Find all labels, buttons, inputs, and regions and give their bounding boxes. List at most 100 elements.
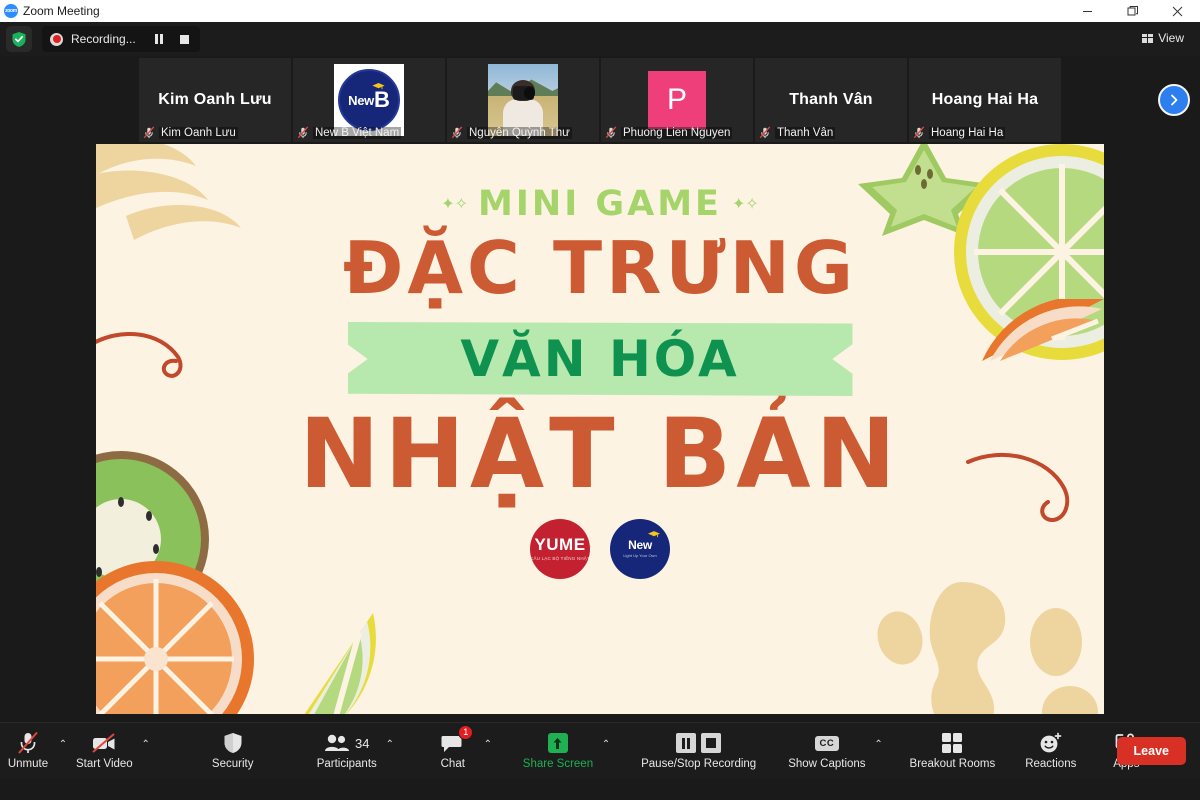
- star-decoration-icon: ✦✧: [441, 196, 469, 213]
- participant-tile-new-b-viet-nam[interactable]: New B New B Việt Nam: [293, 58, 445, 142]
- yume-logo-tagline: CÂU LẠC BỘ TIẾNG NHẬT: [530, 556, 590, 562]
- mic-muted-icon: [451, 126, 463, 139]
- tile-footer: Hoang Hai Ha: [909, 125, 1009, 140]
- pause-icon: [676, 733, 697, 753]
- participants-count: 34: [355, 735, 370, 751]
- share-screen-label: Share Screen: [522, 758, 594, 770]
- pause-stop-recording-button[interactable]: Pause/Stop Recording: [635, 723, 762, 779]
- shield-icon: [224, 733, 242, 753]
- grid-view-icon: [1142, 33, 1154, 43]
- participant-tile-thanh-van[interactable]: Thanh Vân Thanh Vân: [755, 58, 907, 142]
- mic-muted-icon: [605, 126, 617, 139]
- recording-status-label: Recording...: [71, 32, 136, 46]
- slide-title-line3: NHẬT BẢN: [299, 398, 901, 510]
- slide-title-line1: ĐẶC TRƯNG: [342, 226, 858, 310]
- unmute-button[interactable]: Unmute: [0, 723, 56, 779]
- chat-button[interactable]: 1 Chat: [425, 723, 481, 779]
- unmute-label: Unmute: [7, 758, 49, 770]
- record-dot-icon: [50, 32, 63, 46]
- newb-logo-text: New: [628, 538, 652, 553]
- start-video-button[interactable]: Start Video: [70, 723, 139, 779]
- show-captions-button[interactable]: CC Show Captions: [782, 723, 871, 779]
- tile-footer: Phuong Lien Nguyen: [601, 125, 736, 140]
- stop-icon: [180, 34, 190, 44]
- initial-avatar: P: [648, 71, 706, 129]
- star-decoration-icon: ✦✧: [731, 196, 759, 213]
- zoom-logo-icon: zoom: [4, 4, 18, 18]
- mic-muted-icon: [143, 126, 155, 139]
- participant-tile-phuong-lien-nguyen[interactable]: P Phuong Lien Nguyen: [601, 58, 753, 142]
- video-options-caret[interactable]: ⌃: [139, 723, 153, 779]
- meeting-topbar: Recording... View: [0, 22, 1200, 56]
- breakout-rooms-button[interactable]: Breakout Rooms: [904, 723, 1002, 779]
- participants-label: Participants: [316, 758, 377, 770]
- share-screen-button[interactable]: Share Screen: [517, 723, 599, 779]
- pause-recording-button[interactable]: [146, 26, 172, 52]
- slide-ribbon-banner: VĂN HÓA: [347, 322, 853, 396]
- participants-options-caret[interactable]: ⌃: [383, 723, 397, 779]
- reactions-label: Reactions: [1025, 758, 1077, 770]
- chevron-up-icon: ⌃: [483, 738, 492, 750]
- window-title: Zoom Meeting: [23, 4, 100, 18]
- people-icon: [325, 734, 349, 751]
- shared-slide: ✦✧ MINI GAME ✦✧ ĐẶC TRƯNG VĂN HÓA NHẬT B…: [96, 144, 1104, 714]
- slide-title-line2: VĂN HÓA: [460, 330, 740, 388]
- tile-footer: Kim Oanh Lưu: [139, 125, 242, 140]
- window-controls: [1065, 0, 1200, 22]
- chevron-up-icon: ⌃: [601, 738, 611, 750]
- stop-icon: [701, 733, 722, 753]
- recording-indicator: Recording...: [42, 26, 200, 52]
- leave-button[interactable]: Leave: [1116, 736, 1186, 765]
- security-button[interactable]: Security: [205, 723, 261, 779]
- slide-content: ✦✧ MINI GAME ✦✧ ĐẶC TRƯNG VĂN HÓA NHẬT B…: [96, 144, 1104, 714]
- yume-logo-text: YUME: [534, 535, 586, 555]
- participants-control-group: 34 Participants ⌃: [311, 723, 397, 779]
- slide-eyebrow: MINI GAME: [478, 184, 722, 224]
- chat-options-caret[interactable]: ⌃: [481, 723, 495, 779]
- security-label: Security: [211, 758, 254, 770]
- participants-button[interactable]: 34 Participants: [311, 723, 383, 779]
- yume-logo: YUME CÂU LẠC BỘ TIẾNG NHẬT: [530, 518, 590, 579]
- chevron-up-icon: ⌃: [385, 738, 394, 750]
- avatar-initial: P: [666, 83, 687, 116]
- participant-filmstrip: Kim Oanh Lưu Kim Oanh Lưu New B New B Vi…: [0, 56, 1200, 144]
- tile-footer: New B Việt Nam: [293, 125, 405, 140]
- view-button-label: View: [1158, 31, 1184, 45]
- minimize-button[interactable]: [1065, 0, 1110, 22]
- maximize-button[interactable]: [1110, 0, 1155, 22]
- participant-tile-hoang-hai-ha[interactable]: Hoang Hai Ha Hoang Hai Ha: [909, 58, 1061, 142]
- tile-display-name: Hoang Hai Ha: [931, 91, 1039, 108]
- mic-muted-icon: [297, 126, 309, 139]
- view-button[interactable]: View: [1134, 28, 1192, 48]
- share-options-caret[interactable]: ⌃: [599, 723, 613, 779]
- leave-label: Leave: [1133, 743, 1169, 758]
- chat-label: Chat: [440, 758, 465, 770]
- pause-icon: [154, 34, 163, 44]
- video-control-group: Start Video ⌃: [70, 723, 153, 779]
- filmstrip-next-page-button[interactable]: [1158, 84, 1190, 116]
- breakout-grid-icon: [942, 733, 963, 753]
- newb-logo-letter: B: [373, 87, 390, 112]
- chat-unread-badge: 1: [458, 725, 474, 740]
- tile-name-label: Kim Oanh Lưu: [159, 126, 238, 139]
- slide-eyebrow-row: ✦✧ MINI GAME ✦✧: [441, 184, 759, 224]
- participant-tile-nguyen-quynh-thu[interactable]: Nguyễn Quỳnh Thư: [447, 58, 599, 142]
- tile-name-label: Hoang Hai Ha: [929, 126, 1006, 139]
- captions-options-caret[interactable]: ⌃: [872, 723, 886, 779]
- breakout-label: Breakout Rooms: [909, 758, 996, 770]
- stop-recording-button[interactable]: [172, 26, 198, 52]
- microphone-muted-icon: [18, 731, 38, 754]
- encryption-shield-icon[interactable]: [6, 26, 32, 52]
- shared-screen-stage: ✦✧ MINI GAME ✦✧ ĐẶC TRƯNG VĂN HÓA NHẬT B…: [0, 144, 1200, 722]
- close-button[interactable]: [1155, 0, 1200, 22]
- participant-tile-kim-oanh-luu[interactable]: Kim Oanh Lưu Kim Oanh Lưu: [139, 58, 291, 142]
- audio-options-caret[interactable]: ⌃: [56, 723, 70, 779]
- chevron-up-icon: ⌃: [874, 738, 883, 750]
- chevron-up-icon: ⌃: [141, 738, 150, 750]
- mic-muted-icon: [913, 126, 925, 139]
- captions-control-group: CC Show Captions ⌃: [782, 723, 885, 779]
- tile-name-label: Phuong Lien Nguyen: [621, 126, 733, 139]
- reactions-button[interactable]: Reactions: [1019, 723, 1082, 779]
- chevron-up-icon: ⌃: [58, 738, 68, 750]
- audio-control-group: Unmute ⌃: [0, 723, 70, 779]
